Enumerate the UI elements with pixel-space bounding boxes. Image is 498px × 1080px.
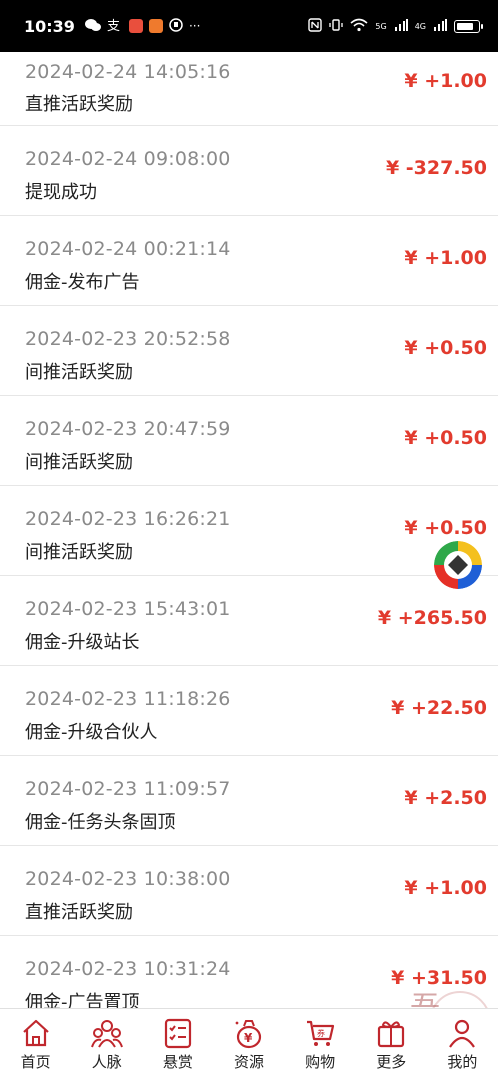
- nav-label: 首页: [20, 1053, 51, 1071]
- record-amount: ¥ +22.50: [391, 697, 487, 719]
- record-date: 2024-02-23 16:26:21: [25, 508, 231, 530]
- nav-item-contacts[interactable]: 人脉: [71, 1009, 142, 1080]
- record-date: 2024-02-23 20:52:58: [25, 328, 231, 350]
- record-amount: ¥ +1.00: [404, 877, 487, 899]
- coin-logo-icon: [434, 541, 482, 589]
- record-title: 直推活跃奖励: [25, 902, 133, 923]
- network-type: 5G: [375, 21, 387, 31]
- more-notifications-icon: ···: [188, 19, 201, 33]
- nav-label: 悬赏: [162, 1053, 193, 1071]
- record-amount: ¥ +1.00: [404, 247, 487, 269]
- record-title: 间推活跃奖励: [25, 362, 133, 383]
- bottom-nav: 首页 人脉 悬赏 ¥ 资源 券 购物 更多 我的: [0, 1008, 498, 1080]
- signal-icon: [433, 18, 447, 35]
- record-amount: ¥ +1.00: [404, 70, 487, 92]
- network-type: 4G: [414, 21, 426, 31]
- list-item[interactable]: 2024-02-23 15:43:01 佣金-升级站长 ¥ +265.50: [0, 576, 498, 666]
- record-amount: ¥ +0.50: [404, 337, 487, 359]
- alipay-icon: 支: [107, 18, 123, 34]
- record-title: 佣金-任务头条固顶: [25, 812, 176, 833]
- record-amount: ¥ +31.50: [391, 967, 487, 989]
- record-amount: ¥ -327.50: [385, 157, 487, 179]
- app-notification-icon: [148, 19, 163, 33]
- record-amount: ¥ +0.50: [404, 427, 487, 449]
- record-date: 2024-02-23 11:18:26: [25, 688, 231, 710]
- list-item[interactable]: 2024-02-23 11:18:26 佣金-升级合伙人 ¥ +22.50: [0, 666, 498, 756]
- app-notification-icon: [128, 19, 143, 33]
- record-title: 佣金-升级站长: [25, 632, 140, 653]
- record-date: 2024-02-24 09:08:00: [25, 148, 231, 170]
- record-amount: ¥ +265.50: [377, 607, 487, 629]
- contacts-icon: [90, 1020, 123, 1048]
- nav-item-mine[interactable]: 我的: [427, 1009, 498, 1080]
- nav-label: 人脉: [91, 1053, 122, 1071]
- nav-label: 资源: [233, 1053, 264, 1071]
- nfc-icon: [308, 17, 323, 35]
- signal-icon: [394, 18, 408, 35]
- record-title: 直推活跃奖励: [25, 94, 133, 115]
- record-date: 2024-02-23 15:43:01: [25, 598, 231, 620]
- transaction-list: 2024-02-24 14:05:16 直推活跃奖励 ¥ +1.00 2024-…: [0, 37, 498, 1026]
- list-item[interactable]: 2024-02-24 09:08:00 提现成功 ¥ -327.50: [0, 126, 498, 216]
- record-title: 佣金-发布广告: [25, 272, 140, 293]
- list-item[interactable]: 2024-02-23 10:38:00 直推活跃奖励 ¥ +1.00: [0, 846, 498, 936]
- user-icon: [449, 1019, 476, 1048]
- list-item[interactable]: 2024-02-23 20:52:58 间推活跃奖励 ¥ +0.50: [0, 306, 498, 396]
- record-date: 2024-02-23 20:47:59: [25, 418, 231, 440]
- record-date: 2024-02-24 14:05:16: [25, 61, 231, 83]
- record-amount: ¥ +0.50: [404, 517, 487, 539]
- nav-item-reward[interactable]: 悬赏: [142, 1009, 213, 1080]
- record-title: 间推活跃奖励: [25, 452, 133, 473]
- floating-app-logo-button[interactable]: [434, 541, 482, 589]
- list-item[interactable]: 2024-02-23 16:26:21 间推活跃奖励 ¥ +0.50: [0, 486, 498, 576]
- vibrate-icon: [329, 18, 344, 35]
- list-item[interactable]: 2024-02-23 20:47:59 间推活跃奖励 ¥ +0.50: [0, 396, 498, 486]
- record-title: 提现成功: [25, 182, 97, 203]
- nav-item-shopping[interactable]: 券 购物: [285, 1009, 356, 1080]
- task-list-icon: [164, 1018, 191, 1049]
- record-date: 2024-02-23 10:38:00: [25, 868, 231, 890]
- record-amount: ¥ +2.50: [404, 787, 487, 809]
- wifi-icon: [350, 18, 368, 35]
- battery-icon: [454, 19, 483, 33]
- record-title: 佣金-升级合伙人: [25, 722, 158, 743]
- nav-label: 更多: [376, 1053, 407, 1071]
- list-item[interactable]: 2024-02-24 14:05:16 直推活跃奖励 ¥ +1.00: [0, 37, 498, 126]
- shopping-cart-icon: 券: [307, 1020, 335, 1046]
- home-icon: [22, 1019, 49, 1047]
- record-date: 2024-02-24 00:21:14: [25, 238, 231, 260]
- nav-item-more[interactable]: 更多: [356, 1009, 427, 1080]
- hand-icon: [169, 18, 183, 34]
- svg-text:¥: ¥: [244, 1031, 253, 1045]
- record-date: 2024-02-23 11:09:57: [25, 778, 231, 800]
- status-time: 10:39: [24, 16, 75, 36]
- money-bag-icon: ¥: [235, 1020, 262, 1049]
- list-item[interactable]: 2024-02-24 00:21:14 佣金-发布广告 ¥ +1.00: [0, 216, 498, 306]
- svg-text:支: 支: [107, 19, 120, 32]
- wechat-icon: [84, 18, 101, 34]
- svg-text:券: 券: [317, 1028, 325, 1038]
- nav-item-home[interactable]: 首页: [0, 1009, 71, 1080]
- nav-label: 我的: [447, 1053, 478, 1071]
- list-item[interactable]: 2024-02-23 11:09:57 佣金-任务头条固顶 ¥ +2.50: [0, 756, 498, 846]
- record-title: 间推活跃奖励: [25, 542, 133, 563]
- gift-icon: [378, 1021, 405, 1048]
- nav-item-resources[interactable]: ¥ 资源: [213, 1009, 284, 1080]
- record-date: 2024-02-23 10:31:24: [25, 958, 231, 980]
- nav-label: 购物: [305, 1053, 336, 1071]
